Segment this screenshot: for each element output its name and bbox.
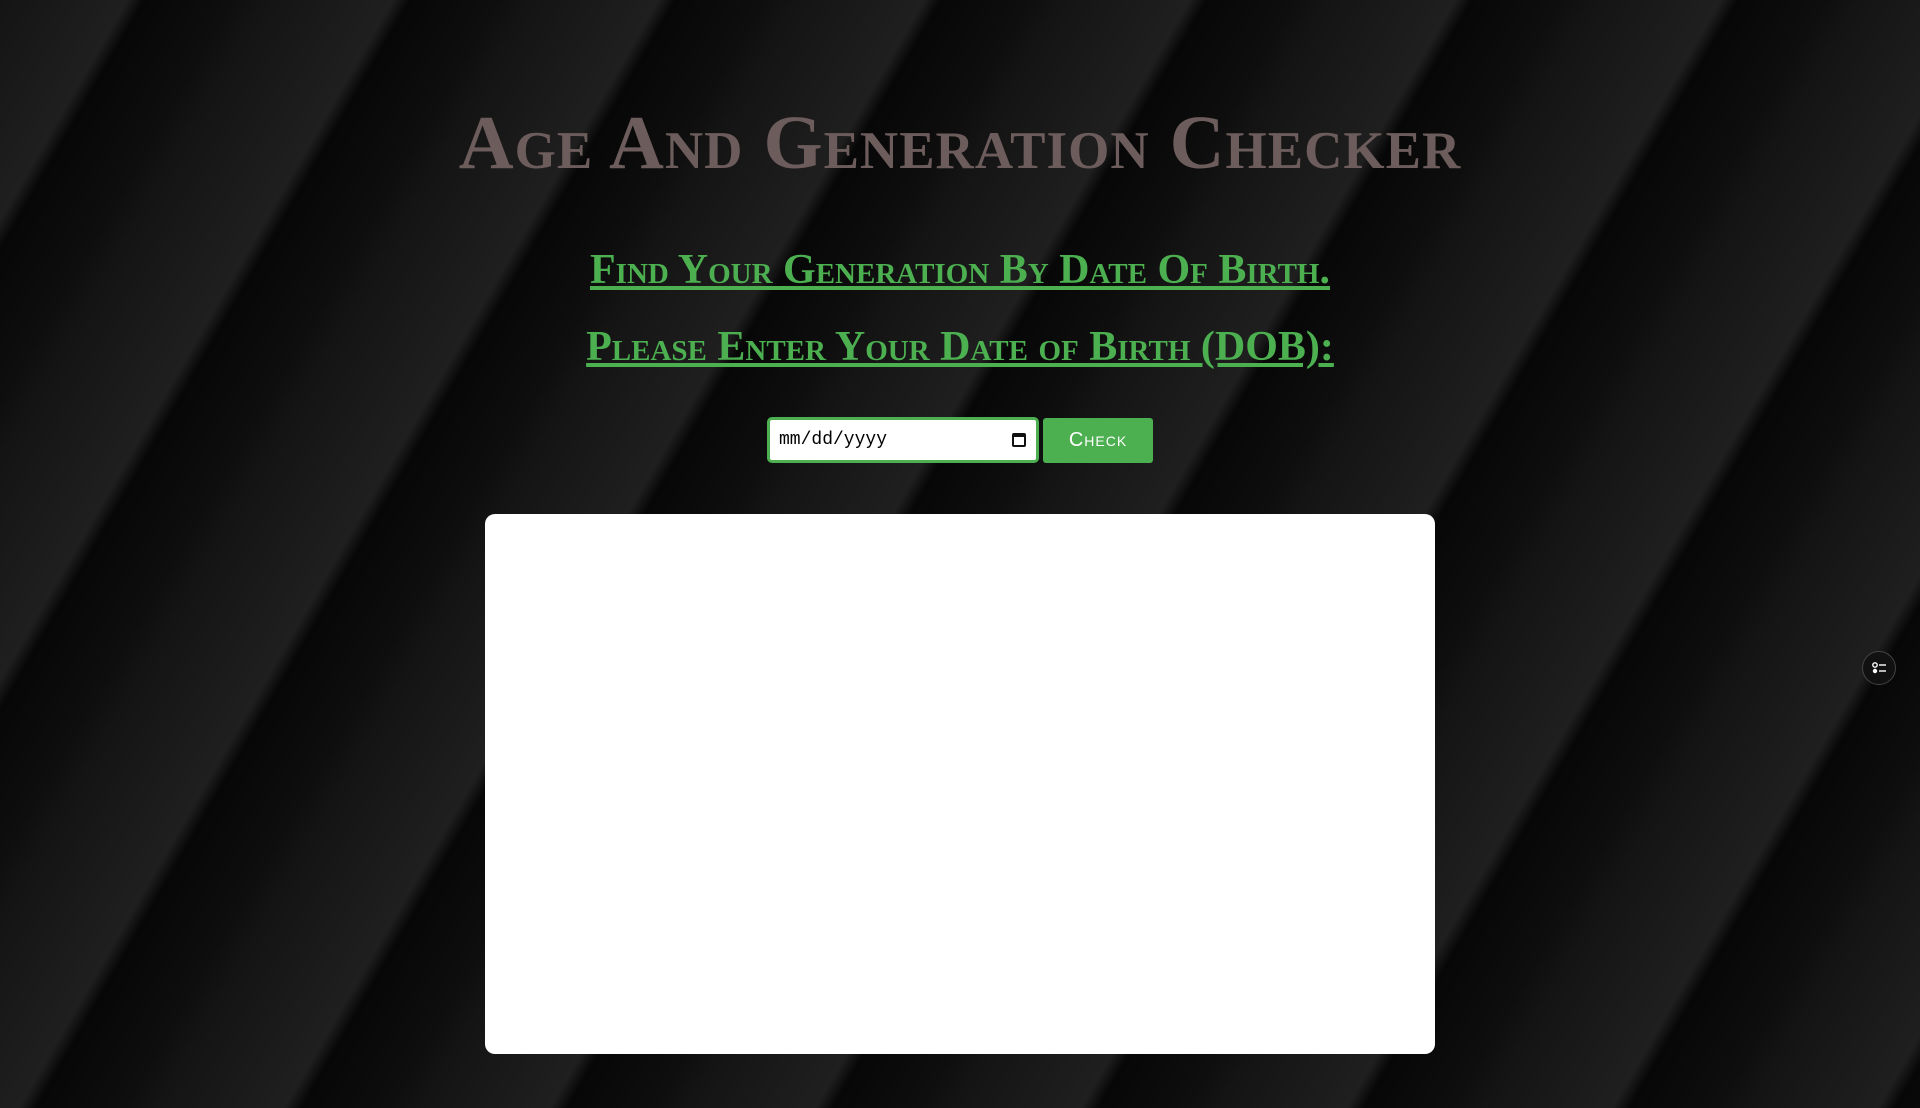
- result-panel: [485, 514, 1435, 1054]
- dob-date-input[interactable]: mm/dd/yyyy: [767, 417, 1039, 463]
- settings-sliders-glyph: [1872, 662, 1886, 674]
- dob-form: mm/dd/yyyy Check: [0, 417, 1920, 463]
- check-button[interactable]: Check: [1043, 417, 1153, 463]
- settings-sliders-icon[interactable]: [1862, 651, 1896, 685]
- calendar-icon[interactable]: [1012, 433, 1026, 447]
- find-generation-heading: Find Your Generation By Date Of Birth.: [590, 247, 1330, 293]
- date-placeholder: mm/dd/yyyy: [779, 430, 888, 450]
- page-title: Age And Generation Checker: [458, 101, 1462, 185]
- enter-dob-heading: Please Enter Your Date of Birth (DOB):: [586, 324, 1334, 370]
